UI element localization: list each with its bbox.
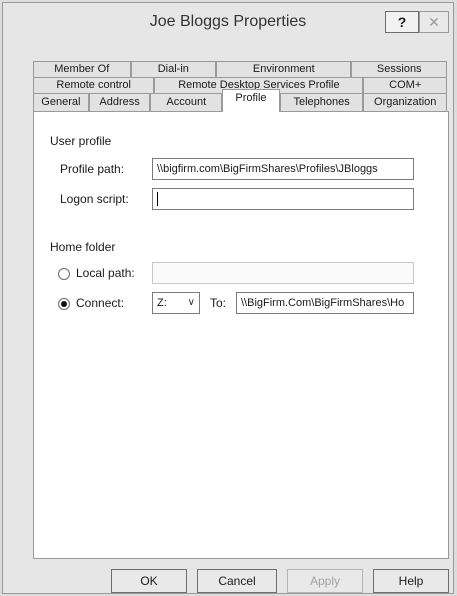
tab-remote-control[interactable]: Remote control: [33, 77, 155, 93]
profile-path-label: Profile path:: [60, 162, 125, 176]
connect-radio[interactable]: [58, 298, 70, 310]
tab-environment[interactable]: Environment: [216, 61, 352, 77]
local-path-label: Local path:: [76, 266, 135, 280]
tab-sessions[interactable]: Sessions: [351, 61, 448, 77]
drive-letter-select[interactable]: Z: ∨: [152, 292, 200, 314]
connect-label: Connect:: [76, 296, 125, 310]
apply-button[interactable]: Apply: [287, 569, 363, 593]
tab-com-plus[interactable]: COM+: [363, 77, 447, 93]
profile-path-input[interactable]: \\bigfirm.com\BigFirmShares\Profiles\JBl…: [152, 158, 414, 180]
properties-dialog: Joe Bloggs Properties ? ✕ Member Of Dial…: [2, 2, 454, 594]
user-profile-heading: User profile: [50, 134, 112, 148]
help-button[interactable]: Help: [373, 569, 449, 593]
tab-organization[interactable]: Organization: [363, 93, 447, 111]
local-path-input[interactable]: [152, 262, 414, 284]
to-label: To:: [210, 296, 227, 310]
tab-dial-in[interactable]: Dial-in: [130, 61, 217, 77]
tab-account[interactable]: Account: [150, 93, 223, 111]
logon-script-label: Logon script:: [60, 192, 129, 206]
help-icon[interactable]: ?: [385, 11, 419, 33]
logon-script-input[interactable]: [152, 188, 414, 210]
tab-row-1: Member Of Dial-in Environment Sessions: [33, 61, 448, 77]
tab-row-3: General Address Account Profile Telephon…: [33, 89, 447, 112]
cancel-button[interactable]: Cancel: [197, 569, 277, 593]
tab-member-of[interactable]: Member Of: [33, 61, 131, 77]
tab-general[interactable]: General: [33, 93, 89, 111]
close-icon[interactable]: ✕: [419, 11, 449, 33]
ok-button[interactable]: OK: [111, 569, 187, 593]
title-bar: Joe Bloggs Properties ? ✕: [3, 3, 453, 47]
tab-telephones[interactable]: Telephones: [279, 93, 364, 111]
tab-address[interactable]: Address: [88, 93, 151, 111]
text-cursor: [157, 192, 158, 207]
drive-letter-value: Z:: [157, 297, 167, 309]
profile-tab-panel: User profile Profile path: \\bigfirm.com…: [33, 111, 449, 559]
tab-profile[interactable]: Profile: [222, 89, 280, 112]
chevron-down-icon: ∨: [187, 297, 195, 308]
local-path-radio[interactable]: [58, 268, 70, 280]
home-folder-heading: Home folder: [50, 240, 116, 254]
home-folder-path-input[interactable]: \\BigFirm.Com\BigFirmShares\Ho: [236, 292, 414, 314]
